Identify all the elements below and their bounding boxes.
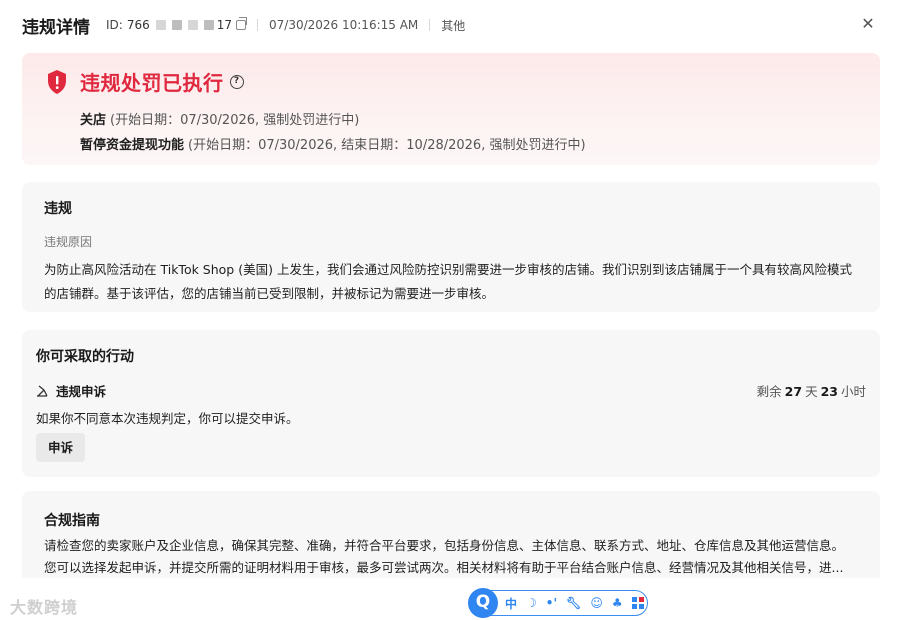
compliance-heading: 合规指南 — [44, 513, 100, 529]
id-label: ID: — [106, 18, 123, 32]
violation-card: 违规 违规原因 为防止高风险活动在 TikTok Shop (美国) 上发生，我… — [22, 182, 880, 312]
appeal-row: 违规申诉 — [36, 381, 106, 400]
id-mask — [171, 20, 182, 30]
appeal-description: 如果你不同意本次违规判定，你可以提交申诉。 — [36, 411, 299, 426]
violation-detail-page: 违规详情 ID: 766 17 07/30/2026 10:16:15 AM 其… — [0, 0, 900, 620]
divider — [429, 19, 431, 31]
penalty-item: 暂停资金提现功能 (开始日期：07/30/2026, 结束日期：10/28/202… — [80, 134, 586, 153]
grid-icon[interactable] — [631, 597, 644, 609]
banner-title: 违规处罚已执行 — [80, 71, 224, 95]
smiley-icon[interactable]: ☺ — [590, 596, 603, 610]
remain-prefix: 剩余 — [756, 384, 782, 399]
reason-label: 违规原因 — [44, 235, 93, 249]
penalty-item: 关店 (开始日期：07/30/2026, 强制处罚进行中) — [80, 109, 359, 128]
violation-category: 其他 — [441, 18, 466, 33]
penalty-detail: (开始日期：07/30/2026, 结束日期：10/28/2026, 强制处罚进… — [188, 138, 586, 153]
page-title: 违规详情 — [22, 17, 90, 38]
ime-lang-toggle[interactable]: 中 — [505, 595, 517, 612]
close-button[interactable]: ✕ — [858, 14, 878, 34]
id-mask — [155, 20, 166, 30]
remain-hours: 23 — [820, 384, 838, 399]
appeal-icon — [37, 384, 48, 397]
wrench-icon[interactable]: 🔧︎ — [566, 596, 581, 610]
compliance-text: 请检查您的卖家账户及企业信息，确保其完整、准确，并符合平台要求，包括身份信息、主… — [44, 535, 862, 579]
id-mask — [187, 20, 198, 30]
id-value-suffix: 17 — [216, 18, 233, 32]
violation-heading: 违规 — [44, 201, 72, 217]
penalty-banner: 违规处罚已执行 ? 关店 (开始日期：07/30/2026, 强制处罚进行中) 暂… — [22, 53, 880, 165]
shirt-icon[interactable]: ♣ — [612, 596, 623, 610]
watermark: 大数跨境 — [10, 598, 79, 617]
compliance-line: 您可以选择发起申诉，并提交所需的证明材料用于审核，最多可尝试两次。相关材料将有助… — [44, 560, 844, 575]
banner-header: 违规处罚已执行 ? — [46, 67, 244, 96]
penalty-name: 暂停资金提现功能 — [80, 138, 185, 153]
ime-toolbar[interactable]: Q 中 ☽ •' 🔧︎ ☺ ♣ — [468, 588, 648, 618]
help-icon[interactable]: ? — [229, 74, 244, 89]
reason-text: 为防止高风险活动在 TikTok Shop (美国) 上发生，我们会通过风险防控… — [44, 262, 852, 301]
actions-heading: 你可采取的行动 — [36, 349, 134, 365]
ime-items: 中 ☽ •' 🔧︎ ☺ ♣ — [505, 595, 644, 612]
remaining-time: 剩余 27 天 23 小时 — [757, 381, 866, 400]
shield-alert-icon — [48, 69, 66, 94]
remain-hours-unit: 小时 — [840, 384, 866, 399]
moon-icon[interactable]: ☽ — [526, 596, 537, 610]
appeal-title: 违规申诉 — [56, 384, 107, 399]
remain-days-unit: 天 — [805, 384, 818, 399]
remain-days: 27 — [784, 384, 803, 399]
copy-icon[interactable] — [236, 17, 248, 30]
compliance-card: 合规指南 请检查您的卖家账户及企业信息，确保其完整、准确，并符合平台要求，包括身… — [22, 491, 880, 591]
violation-timestamp: 07/30/2026 10:16:15 AM — [269, 18, 419, 32]
bottom-overlay: 大数跨境 Q 中 ☽ •' 🔧︎ ☺ ♣ — [0, 578, 900, 620]
divider — [257, 19, 259, 31]
penalty-name: 关店 — [80, 113, 107, 128]
ime-logo-icon[interactable]: Q — [468, 588, 498, 618]
header-meta: ID: 766 17 07/30/2026 10:16:15 AM 其他 — [106, 17, 465, 34]
id-mask — [203, 20, 214, 30]
penalty-detail: (开始日期：07/30/2026, 强制处罚进行中) — [110, 113, 360, 128]
appeal-button[interactable]: 申诉 — [36, 433, 85, 462]
header: 违规详情 ID: 766 17 07/30/2026 10:16:15 AM 其… — [0, 0, 900, 50]
id-value-prefix: 766 — [126, 18, 150, 32]
actions-card: 你可采取的行动 违规申诉 剩余 27 天 23 小时 如果你不同意本次违规判定，你可以提… — [22, 330, 880, 477]
compliance-line: 请检查您的卖家账户及企业信息，确保其完整、准确，并符合平台要求，包括身份信息、主… — [44, 538, 845, 553]
punctuation-icon[interactable]: •' — [546, 596, 557, 610]
